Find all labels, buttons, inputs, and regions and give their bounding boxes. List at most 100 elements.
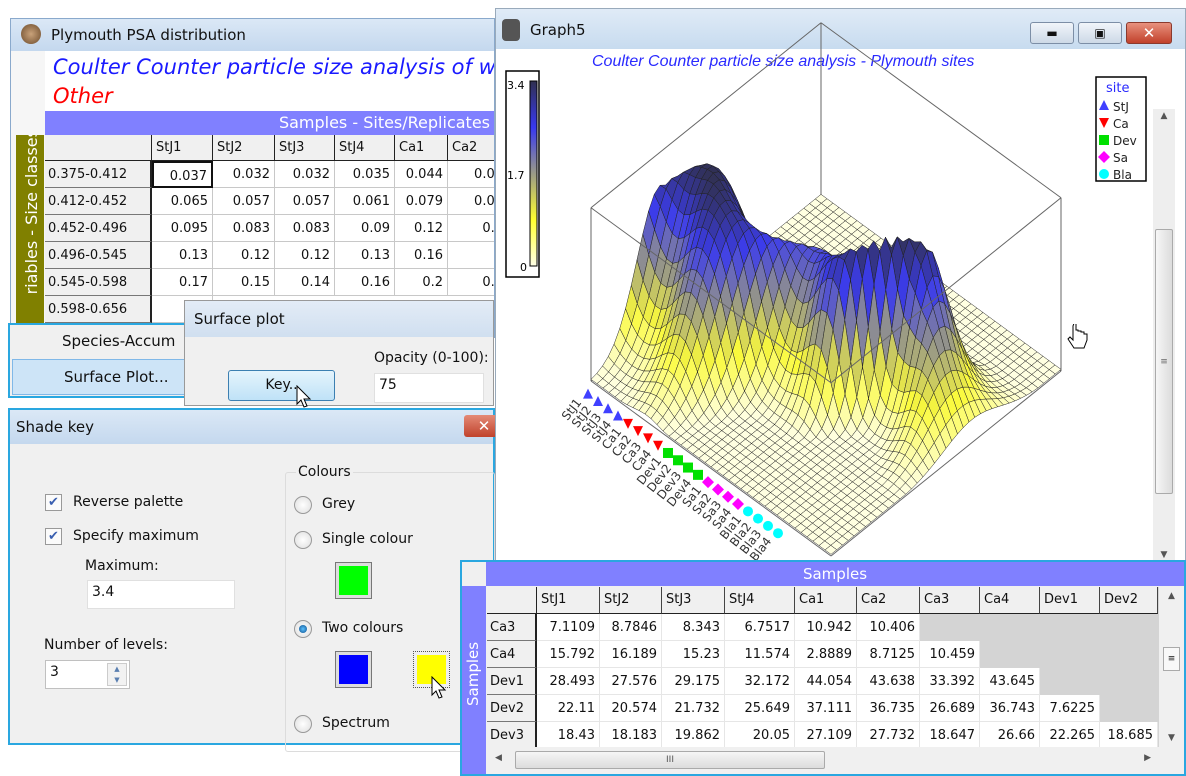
table-cell[interactable]: 2.8889 bbox=[795, 641, 857, 668]
table-cell[interactable]: 0.083 bbox=[275, 215, 335, 242]
table-cell[interactable]: 0.079 bbox=[395, 188, 448, 215]
table-cell[interactable]: 0.057 bbox=[213, 188, 275, 215]
table-cell[interactable]: 27.732 bbox=[857, 722, 920, 747]
table-cell[interactable]: 0.16 bbox=[395, 242, 448, 269]
table-cell[interactable]: 28.493 bbox=[537, 668, 600, 695]
table-cell[interactable]: 20.05 bbox=[725, 722, 795, 747]
table-cell[interactable]: 0.057 bbox=[275, 188, 335, 215]
table-cell[interactable]: 22.265 bbox=[1040, 722, 1100, 747]
maximize-button[interactable]: ▣ bbox=[1078, 22, 1122, 44]
table-cell[interactable]: 15.792 bbox=[537, 641, 600, 668]
table-cell[interactable]: 0.095 bbox=[152, 215, 213, 242]
scroll-left-icon[interactable]: ◀ bbox=[495, 753, 502, 763]
reverse-palette-checkbox[interactable]: ✔ bbox=[45, 494, 62, 511]
table-horizontal-scrollbar[interactable]: ◀ III ▶ bbox=[487, 748, 1159, 772]
table-cell[interactable]: 27.576 bbox=[600, 668, 662, 695]
table-cell[interactable]: 0.065 bbox=[152, 188, 213, 215]
table-cell[interactable]: 18.685 bbox=[1100, 722, 1158, 747]
table-cell[interactable]: 0.14 bbox=[275, 269, 335, 296]
table-cell[interactable]: 36.743 bbox=[980, 695, 1040, 722]
spin-up-icon[interactable]: ▲ bbox=[108, 664, 126, 675]
table-cell[interactable]: 0.1 bbox=[448, 215, 494, 242]
close-button[interactable]: ✕ bbox=[1126, 22, 1172, 44]
table-cell[interactable]: 15.23 bbox=[662, 641, 725, 668]
table-cell[interactable]: 7.6225 bbox=[1040, 695, 1100, 722]
table-cell[interactable]: 18.647 bbox=[920, 722, 980, 747]
table-cell[interactable]: 8.343 bbox=[662, 614, 725, 641]
shade-key-titlebar[interactable]: Shade key ✕ bbox=[10, 410, 504, 444]
table-cell[interactable]: 0.09 bbox=[335, 215, 395, 242]
scroll-up-icon[interactable]: ▲ bbox=[1159, 591, 1184, 601]
table-cell[interactable]: 0.13 bbox=[152, 242, 213, 269]
single-colour-radio[interactable] bbox=[294, 531, 312, 549]
table-cell[interactable]: 10.942 bbox=[795, 614, 857, 641]
table-cell[interactable]: 10.459 bbox=[920, 641, 980, 668]
table-cell[interactable]: 0.12 bbox=[395, 215, 448, 242]
table-cell[interactable]: 6.7517 bbox=[725, 614, 795, 641]
table-cell[interactable]: 0.12 bbox=[275, 242, 335, 269]
table-vertical-scrollbar[interactable]: ▲ ≡ ▼ bbox=[1159, 587, 1184, 747]
two-colours-radio[interactable] bbox=[294, 620, 312, 638]
table-cell[interactable]: 26.689 bbox=[920, 695, 980, 722]
surface-plot-titlebar[interactable]: Surface plot bbox=[185, 301, 493, 337]
scroll-thumb[interactable]: ≡ bbox=[1163, 647, 1180, 671]
table-cell[interactable]: 26.66 bbox=[980, 722, 1040, 747]
table-cell[interactable]: 0.2 bbox=[448, 269, 494, 296]
table-cell[interactable]: 0.044 bbox=[395, 161, 448, 188]
single-colour-swatch[interactable] bbox=[335, 562, 372, 599]
minimize-button[interactable]: ▬ bbox=[1030, 22, 1074, 44]
table-cell[interactable]: 0.16 bbox=[335, 269, 395, 296]
table-cell[interactable]: 7.1109 bbox=[537, 614, 600, 641]
table-cell[interactable]: 43.638 bbox=[857, 668, 920, 695]
table-cell[interactable]: 0.061 bbox=[335, 188, 395, 215]
table-cell[interactable]: 10.406 bbox=[857, 614, 920, 641]
table-cell[interactable]: 0.032 bbox=[275, 161, 335, 188]
levels-spinner[interactable]: 3 ▲ ▼ bbox=[45, 660, 130, 689]
table-cell[interactable]: 0.17 bbox=[152, 269, 213, 296]
scroll-down-icon[interactable]: ▼ bbox=[1159, 733, 1184, 743]
table-cell[interactable]: 22.11 bbox=[537, 695, 600, 722]
table-cell[interactable]: 43.645 bbox=[980, 668, 1040, 695]
table-cell[interactable]: 0.083 bbox=[213, 215, 275, 242]
table-cell[interactable]: 0.05 bbox=[448, 161, 494, 188]
table-cell[interactable]: 11.574 bbox=[725, 641, 795, 668]
table-cell[interactable]: 0.035 bbox=[335, 161, 395, 188]
table-cell[interactable]: 8.7846 bbox=[600, 614, 662, 641]
table-cell[interactable]: 0.15 bbox=[213, 269, 275, 296]
scroll-down-icon[interactable]: ▼ bbox=[1153, 550, 1175, 560]
table-cell[interactable]: 33.392 bbox=[920, 668, 980, 695]
specify-maximum-checkbox[interactable]: ✔ bbox=[45, 528, 62, 545]
table-cell[interactable]: 0.12 bbox=[213, 242, 275, 269]
table-cell[interactable]: 8.7125 bbox=[857, 641, 920, 668]
table-cell[interactable]: 16.189 bbox=[600, 641, 662, 668]
table-cell[interactable]: 0.09 bbox=[448, 188, 494, 215]
scroll-thumb[interactable]: III bbox=[515, 751, 825, 769]
table-cell[interactable]: 27.109 bbox=[795, 722, 857, 747]
spinner-buttons[interactable]: ▲ ▼ bbox=[107, 663, 127, 686]
menu-item-species-accum[interactable]: Species-Accum bbox=[10, 325, 190, 357]
graph-titlebar[interactable]: Graph5 ▬ ▣ ✕ bbox=[496, 9, 1185, 49]
table-cell[interactable]: 0.2 bbox=[395, 269, 448, 296]
table-cell[interactable]: 18.183 bbox=[600, 722, 662, 747]
scroll-thumb[interactable]: ≡ bbox=[1155, 229, 1173, 494]
table-cell[interactable]: 25.649 bbox=[725, 695, 795, 722]
grey-radio[interactable] bbox=[294, 496, 312, 514]
table-cell[interactable]: 0.037 bbox=[152, 161, 213, 188]
table-cell[interactable]: 37.111 bbox=[795, 695, 857, 722]
spectrum-radio[interactable] bbox=[294, 715, 312, 733]
table-cell[interactable]: 32.172 bbox=[725, 668, 795, 695]
opacity-input[interactable]: 75 bbox=[374, 373, 484, 403]
vertical-scrollbar[interactable]: ▲ ≡ ▼ bbox=[1153, 109, 1175, 562]
table-cell[interactable]: 19.862 bbox=[662, 722, 725, 747]
maximum-input[interactable]: 3.4 bbox=[87, 580, 235, 609]
two-colours-swatch-1[interactable] bbox=[335, 651, 372, 688]
key-button[interactable]: Key.. bbox=[228, 370, 335, 401]
table-cell[interactable]: 36.735 bbox=[857, 695, 920, 722]
scroll-up-icon[interactable]: ▲ bbox=[1153, 111, 1175, 121]
spin-down-icon[interactable]: ▼ bbox=[108, 675, 126, 686]
psa-titlebar[interactable]: Plymouth PSA distribution bbox=[11, 19, 494, 51]
table-cell[interactable]: 44.054 bbox=[795, 668, 857, 695]
table-cell[interactable]: 0.032 bbox=[213, 161, 275, 188]
table-cell[interactable]: 0.13 bbox=[335, 242, 395, 269]
table-cell[interactable]: 29.175 bbox=[662, 668, 725, 695]
